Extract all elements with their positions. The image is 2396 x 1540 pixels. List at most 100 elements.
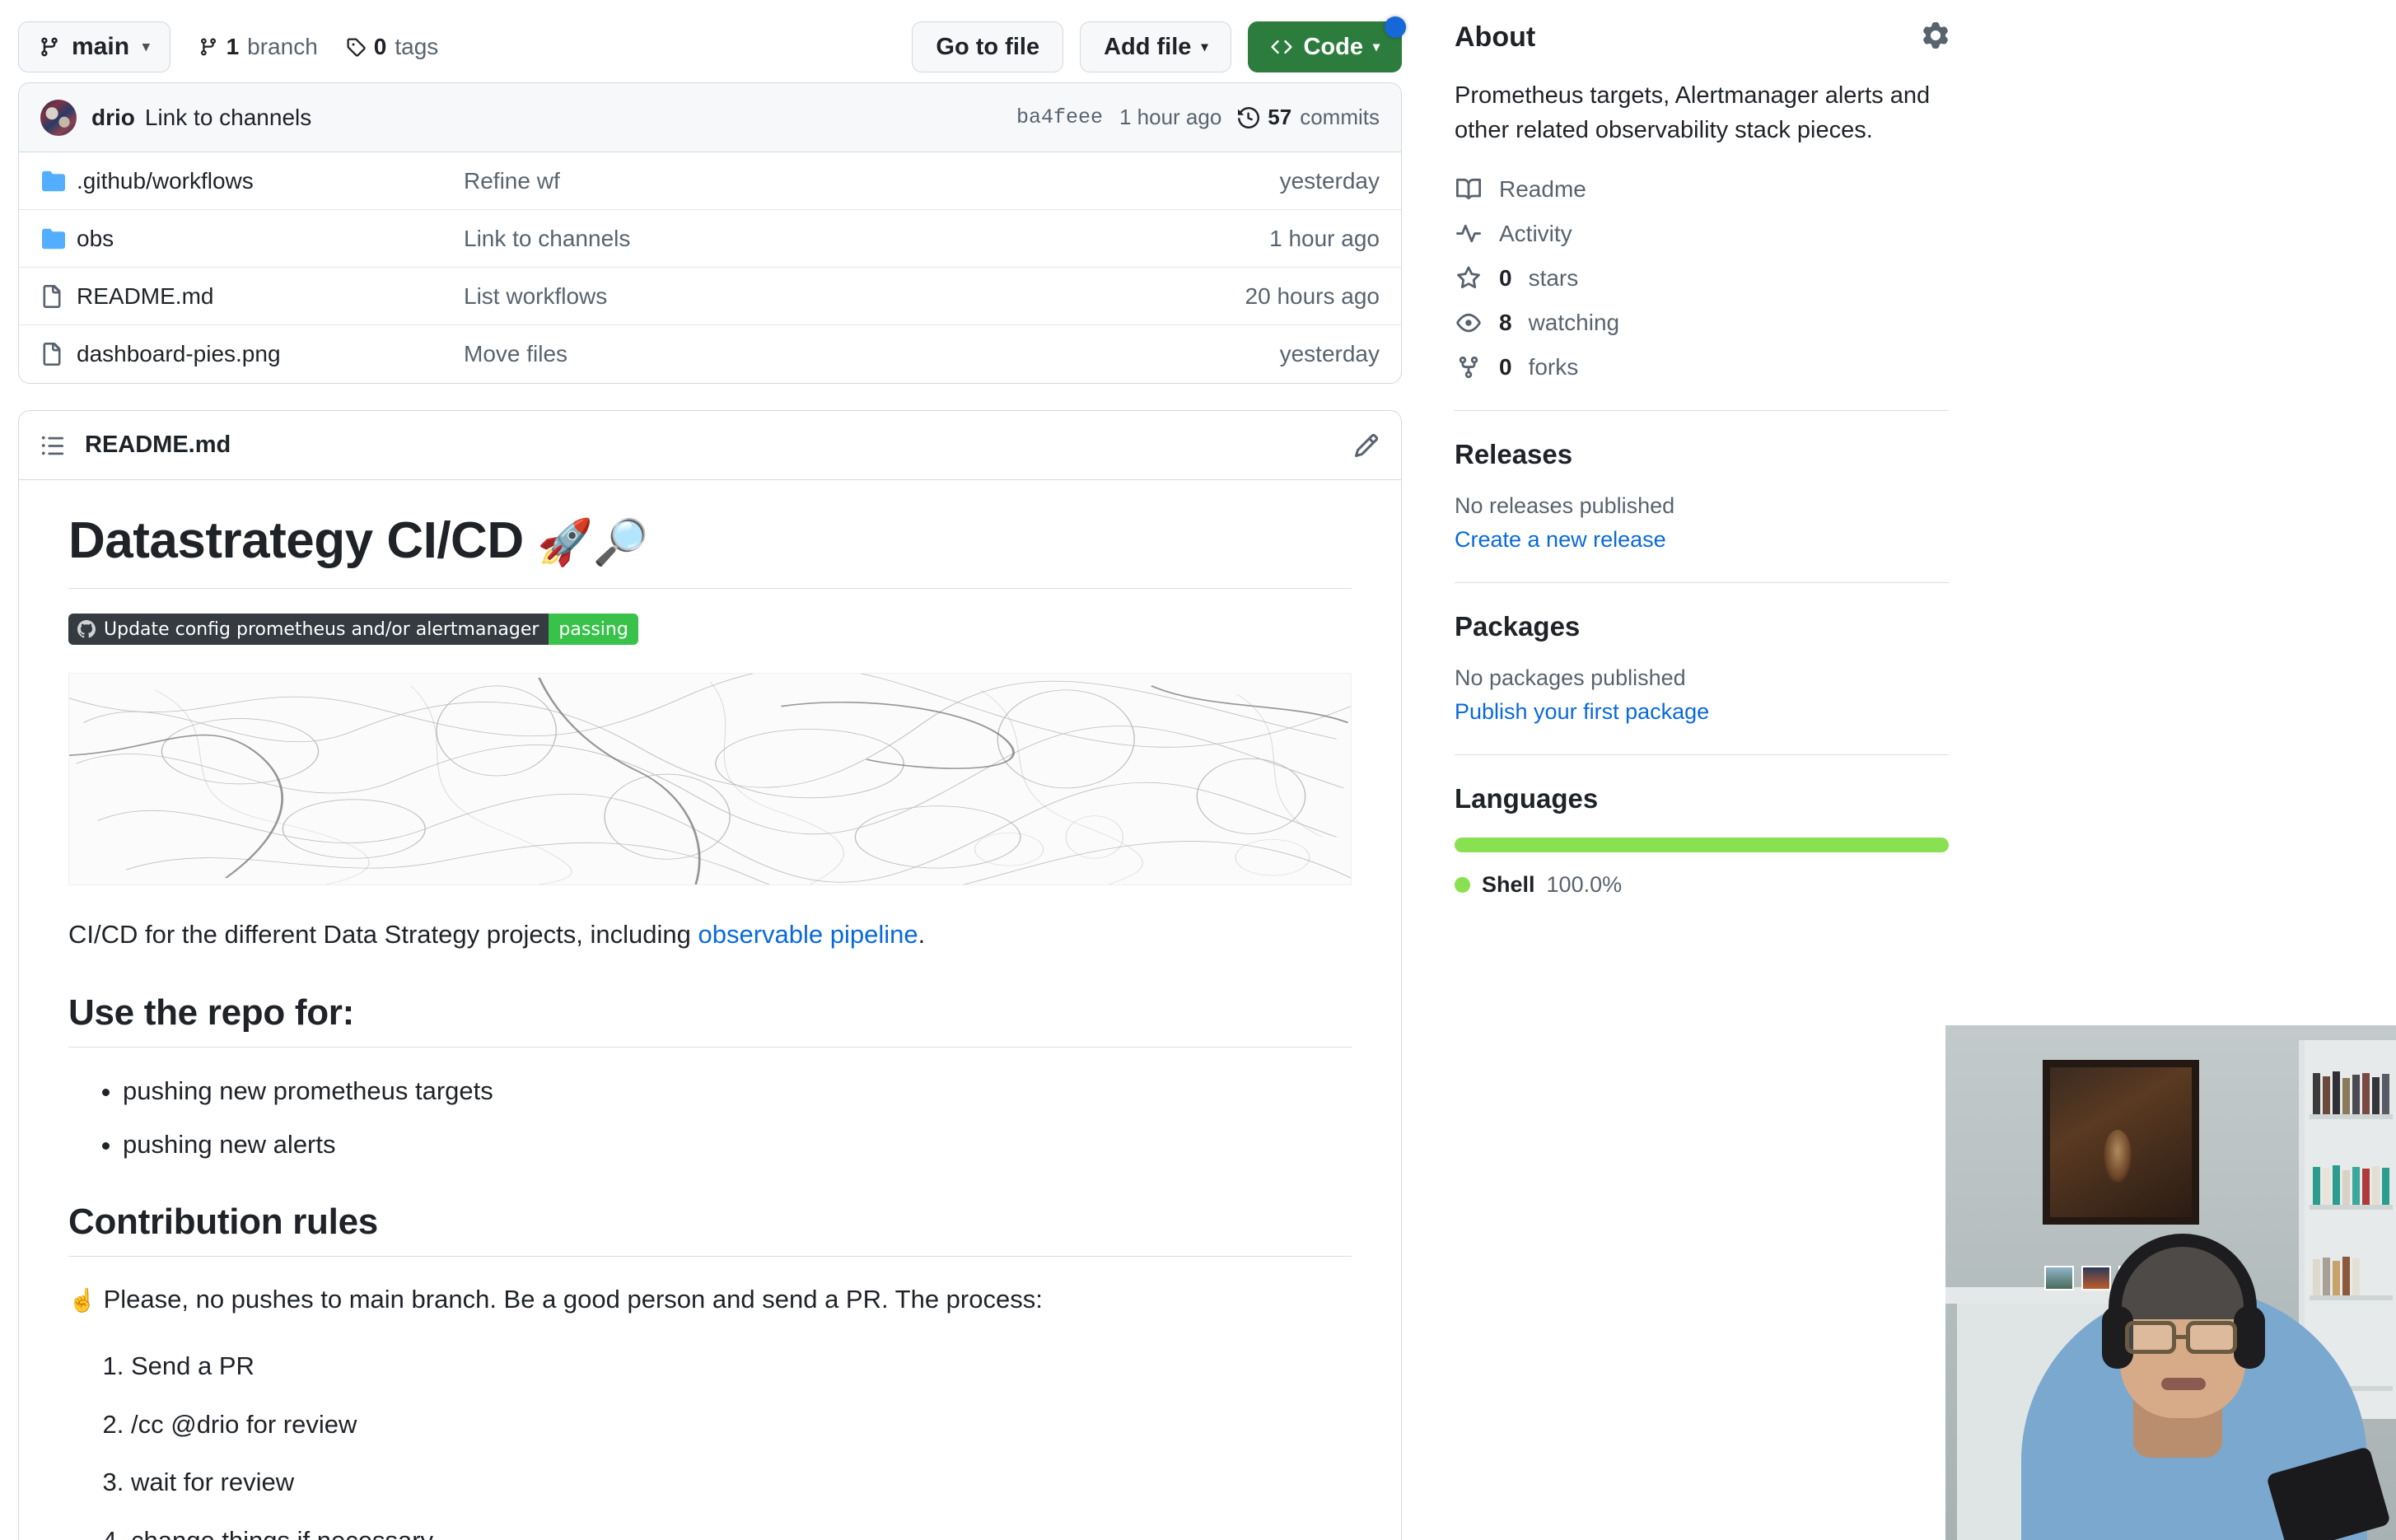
- latest-commit-row: drio Link to channels ba4feee 1 hour ago…: [19, 83, 1401, 152]
- readme-panel: README.md Datastrategy CI/CD 🚀🔎 Update c…: [18, 410, 1402, 1540]
- use-repo-list: pushing new prometheus targets pushing n…: [68, 1072, 1352, 1164]
- releases-title: Releases: [1455, 438, 1573, 469]
- file-commit-message[interactable]: Refine wf: [464, 168, 1280, 194]
- file-time: 20 hours ago: [1245, 282, 1380, 309]
- badge-status-text: passing: [549, 614, 638, 645]
- file-name[interactable]: .github/workflows: [77, 168, 464, 194]
- table-row[interactable]: .github/workflows Refine wf yesterday: [19, 152, 1401, 210]
- rocket-magnifier-emoji: 🚀🔎: [537, 517, 649, 567]
- add-file-button[interactable]: Add file ▾: [1080, 21, 1232, 72]
- pulse-icon: [1455, 222, 1483, 246]
- sidebar-item-forks[interactable]: 0 forks: [1455, 354, 1949, 380]
- branch-selector[interactable]: main ▾: [18, 21, 170, 72]
- language-percent: 100.0%: [1546, 871, 1623, 897]
- file-browser: drio Link to channels ba4feee 1 hour ago…: [18, 82, 1402, 384]
- sidebar-item-watching[interactable]: 8 watching: [1455, 310, 1949, 336]
- commit-author[interactable]: drio: [91, 105, 135, 131]
- section-heading-use-repo: Use the repo for:: [68, 992, 1352, 1048]
- about-title: About: [1455, 21, 1536, 53]
- badge-workflow-name: Update config prometheus and/or alertman…: [104, 618, 539, 640]
- about-links-list: Readme Activity 0 stars 8 watching 0 for…: [1455, 176, 1949, 380]
- history-icon: [1238, 106, 1260, 128]
- file-commit-message[interactable]: List workflows: [464, 283, 1245, 310]
- avatar: [40, 99, 77, 136]
- sidebar-item-activity[interactable]: Activity: [1455, 221, 1949, 247]
- edit-pencil-icon[interactable]: [1353, 432, 1380, 459]
- readme-hero-image: [68, 673, 1352, 885]
- packages-section: Packages No packages published Publish y…: [1455, 611, 1949, 725]
- chevron-down-icon: ▾: [1372, 40, 1380, 54]
- sidebar-item-label: watching: [1528, 309, 1620, 335]
- webcam-person-mouth: [2161, 1378, 2206, 1390]
- language-item-shell[interactable]: Shell 100.0%: [1455, 872, 1949, 898]
- tag-icon: [347, 38, 366, 57]
- sidebar-item-readme[interactable]: Readme: [1455, 176, 1949, 203]
- readme-content: Datastrategy CI/CD 🚀🔎 Update config prom…: [19, 480, 1401, 1540]
- about-description: Prometheus targets, Alertmanager alerts …: [1455, 82, 1931, 144]
- list-item: change things if necessary: [131, 1522, 1352, 1540]
- folder-icon: [40, 227, 77, 250]
- table-row[interactable]: obs Link to channels 1 hour ago: [19, 210, 1401, 268]
- add-file-label: Add file: [1104, 33, 1192, 60]
- file-time: 1 hour ago: [1269, 225, 1380, 251]
- section-heading-contribution-rules: Contribution rules: [68, 1202, 1352, 1258]
- file-commit-message[interactable]: Link to channels: [464, 226, 1269, 252]
- branch-name: main: [72, 33, 130, 60]
- readme-title-text: Datastrategy CI/CD: [68, 512, 524, 569]
- language-bar[interactable]: [1455, 837, 1949, 852]
- sidebar-item-stars[interactable]: 0 stars: [1455, 265, 1949, 292]
- commits-number: 57: [1268, 105, 1292, 129]
- commit-sha[interactable]: ba4feee: [1016, 105, 1103, 129]
- observable-pipeline-link[interactable]: observable pipeline: [698, 920, 918, 949]
- file-icon: [40, 343, 77, 366]
- create-release-link[interactable]: Create a new release: [1455, 527, 1949, 553]
- readme-header: README.md: [19, 411, 1401, 480]
- file-commit-message[interactable]: Move files: [464, 341, 1280, 367]
- chevron-down-icon: ▾: [1201, 40, 1208, 54]
- file-name[interactable]: dashboard-pies.png: [77, 341, 464, 367]
- table-row[interactable]: README.md List workflows 20 hours ago: [19, 268, 1401, 325]
- webcam-overlay: [1945, 1025, 2396, 1540]
- file-name[interactable]: obs: [77, 226, 464, 252]
- point-up-emoji: ☝: [68, 1287, 96, 1314]
- fork-icon: [1455, 355, 1483, 380]
- commits-count-link[interactable]: 57 commits: [1238, 105, 1380, 130]
- gear-icon[interactable]: [1922, 22, 1949, 53]
- file-icon: [40, 284, 77, 308]
- sidebar-item-label: forks: [1528, 353, 1579, 380]
- file-time: yesterday: [1279, 341, 1380, 366]
- go-to-file-button[interactable]: Go to file: [912, 21, 1064, 72]
- publish-package-link[interactable]: Publish your first package: [1455, 699, 1949, 725]
- commit-meta: ba4feee 1 hour ago 57 commits: [1016, 105, 1380, 130]
- table-row[interactable]: dashboard-pies.png Move files yesterday: [19, 325, 1401, 383]
- intro-prefix: CI/CD for the different Data Strategy pr…: [68, 920, 698, 949]
- webcam-headphone-right-cup: [2234, 1306, 2265, 1369]
- commit-message[interactable]: Link to channels: [145, 105, 311, 131]
- branches-link[interactable]: 1 branch: [198, 34, 318, 60]
- tags-count: 0: [373, 34, 387, 59]
- list-item: /cc @drio for review: [131, 1406, 1352, 1444]
- github-repo-page: main ▾ 1 branch 0 tags Go to file Add fi…: [0, 0, 2396, 1540]
- contribution-steps-list: Send a PR /cc @drio for review wait for …: [68, 1347, 1352, 1540]
- divider: [1455, 754, 1949, 755]
- contribution-intro-text: Please, no pushes to main branch. Be a g…: [103, 1285, 1043, 1314]
- forks-count: 0: [1499, 353, 1512, 380]
- watching-count: 8: [1499, 309, 1512, 335]
- file-name[interactable]: README.md: [77, 283, 464, 310]
- releases-empty-text: No releases published: [1455, 492, 1675, 518]
- status-badge[interactable]: Update config prometheus and/or alertman…: [68, 614, 638, 645]
- list-unordered-icon[interactable]: [40, 433, 65, 458]
- main-column: main ▾ 1 branch 0 tags Go to file Add fi…: [0, 0, 1420, 1540]
- intro-suffix: .: [918, 920, 926, 949]
- tags-label: tags: [395, 34, 439, 59]
- tags-link[interactable]: 0 tags: [346, 34, 439, 60]
- divider: [1455, 409, 1949, 411]
- github-mark-icon: [77, 620, 96, 638]
- toolbar-actions: Go to file Add file ▾ Code ▾: [912, 16, 1406, 72]
- sidebar-item-label: Activity: [1499, 220, 1572, 246]
- book-icon: [1455, 177, 1483, 202]
- code-button[interactable]: Code ▾: [1248, 16, 1406, 72]
- eye-icon: [1455, 310, 1483, 335]
- commit-time: 1 hour ago: [1119, 105, 1222, 129]
- commits-label: commits: [1300, 105, 1380, 129]
